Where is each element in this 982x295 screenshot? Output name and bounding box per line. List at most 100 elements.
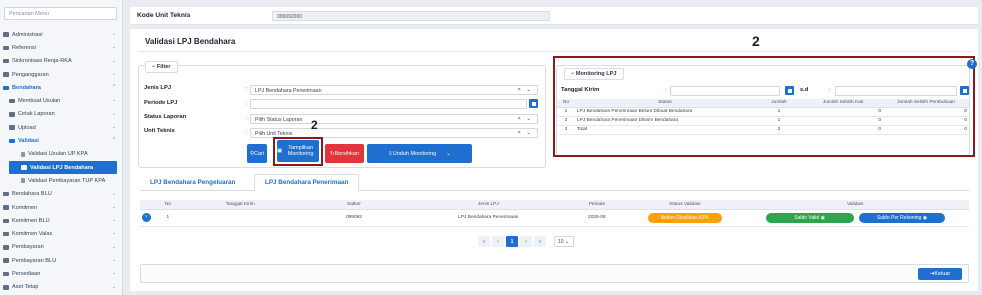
status-laporan-select[interactable]: Pilih Status Laporan × ⌄ [250, 114, 538, 124]
next-page-icon[interactable]: › [520, 236, 532, 247]
sidebar-item-pembayaran[interactable]: Pembayaran ⌄ [0, 241, 122, 254]
sidebar-item-bendahara[interactable]: Bendahara ⌃ [0, 81, 122, 94]
keluar-button[interactable]: ⇥ Keluar [918, 268, 962, 280]
page-size-select[interactable]: 10 ⌄ [554, 236, 574, 247]
sidebar-item-upload[interactable]: Upload ⌄ [0, 121, 122, 134]
lpj-tabs: LPJ Bendahara Pengeluaran LPJ Bendahara … [140, 174, 969, 191]
sidebar-item-komitmen-valas[interactable]: Komitmen Valas ⌄ [0, 227, 122, 240]
chevron-down-icon: ⌄ [111, 44, 116, 51]
folder-icon [3, 231, 9, 237]
sidebar-item-validasi-usulan-up[interactable]: Validasi Usulan UP KPA [0, 148, 122, 161]
sidebar-item-cetak-laporan[interactable]: Cetak Laporan ⌄ [0, 108, 122, 121]
sidebar-item-komitmen[interactable]: Komitmen ⌄ [0, 201, 122, 214]
filter-legend: − Filter [145, 61, 178, 73]
unit-header: Kode Unit Teknis 099092000 [130, 7, 978, 25]
sidebar-item-penganggaran[interactable]: Penganggaran ⌄ [0, 68, 122, 81]
folder-icon [3, 218, 9, 224]
jenis-lpj-select[interactable]: LPJ Bendahara Penerimaan × ⌄ [250, 85, 538, 95]
annotation-number: 2 [752, 33, 760, 49]
eye-icon: ◉ [820, 214, 825, 221]
chevron-down-icon: ⌄ [111, 70, 116, 77]
folder-icon [3, 72, 9, 77]
first-page-icon[interactable]: « [478, 236, 490, 247]
kode-unit-label: Kode Unit Teknis [137, 12, 191, 19]
chevron-down-icon: ⌄ [111, 270, 116, 277]
table-header-row: No Tanggal Kirim Satker Jenis LPJ Period… [140, 200, 969, 210]
clear-chevron-icon[interactable]: × ⌄ [518, 116, 533, 122]
menu-search-input[interactable]: Pencarian Menu [4, 7, 117, 20]
expand-icon[interactable]: › [141, 213, 151, 222]
unduh-monitoring-button[interactable]: ⇩ Unduh Monitoring ⌄ [367, 144, 472, 163]
status-badge: Belum Divalidasi KPA [647, 212, 722, 223]
saldo-per-rekening-button[interactable]: Saldo Per Rekening ◉ [858, 212, 945, 223]
sidebar-item-administrasi[interactable]: Administrasi ⌄ [0, 28, 122, 41]
sidebar-item-aset-tetap[interactable]: Aset Tetap ⌄ [0, 281, 122, 294]
sidebar-item-validasi-tup[interactable]: Validasi Pembayaran TUP KPA [0, 174, 122, 187]
folder-icon [9, 125, 15, 130]
folder-icon [9, 138, 15, 144]
clear-chevron-icon[interactable]: × ⌄ [518, 130, 533, 136]
last-page-icon[interactable]: » [534, 236, 546, 247]
page-title: Validasi LPJ Bendahara [145, 37, 236, 46]
chevron-down-icon: ⌄ [111, 217, 116, 224]
chevron-down-icon: ⌄ [111, 110, 116, 117]
folder-icon [3, 245, 9, 250]
sidebar-item-sinkronisasi[interactable]: Sinkronisasi Renja-RKA ⌄ [0, 55, 122, 68]
folder-icon [3, 32, 9, 37]
folder-icon [3, 285, 9, 290]
sidebar-item-membuat-usulan[interactable]: Membuat Usulan ⌄ [0, 94, 122, 107]
file-icon [21, 178, 25, 184]
sidebar-item-validasi-lpj[interactable]: Validasi LPJ Bendahara [9, 160, 117, 175]
sidebar-item-bendahara-blu[interactable]: Bendahara BLU ⌄ [0, 188, 122, 201]
tab-penerimaan[interactable]: LPJ Bendahara Penerimaan [254, 174, 360, 191]
sidebar-item-pembayaran-blu[interactable]: Pembayaran BLU ⌄ [0, 254, 122, 267]
sidebar: Pencarian Menu Administrasi ⌄ Referensi ⌄ … [0, 0, 123, 295]
bersihkan-button[interactable]: ↻ Bersihkan [325, 144, 364, 163]
page-number[interactable]: 1 [506, 236, 518, 247]
sidebar-item-referensi[interactable]: Referensi ⌄ [0, 41, 122, 54]
footer-bar [140, 264, 969, 283]
calendar-icon[interactable] [529, 99, 538, 108]
chevron-up-icon: ⌃ [111, 84, 116, 91]
chevron-down-icon: ⌄ [111, 243, 116, 250]
chevron-down-icon: ⌄ [111, 283, 116, 290]
pagination: « ‹ 1 › » 10 ⌄ [478, 236, 574, 247]
chevron-down-icon: ⌄ [446, 150, 451, 157]
chevron-down-icon: ⌄ [111, 97, 116, 104]
highlight-box [273, 137, 323, 166]
kode-unit-field: 099092000 [272, 10, 550, 21]
sidebar-item-persediaan[interactable]: Persediaan ⌄ [0, 267, 122, 280]
file-icon [21, 165, 27, 170]
folder-icon [3, 205, 9, 210]
lpj-table: No Tanggal Kirim Satker Jenis LPJ Period… [140, 200, 969, 227]
sidebar-item-validasi[interactable]: Validasi ⌃ [0, 134, 122, 147]
colon: : [246, 101, 248, 107]
folder-icon [3, 271, 9, 277]
main-content: Validasi LPJ Bendahara − Filter Jenis LP… [130, 29, 978, 291]
folder-icon [3, 85, 9, 91]
periode-lpj-input[interactable] [250, 99, 527, 109]
folder-icon [9, 98, 15, 104]
chevron-down-icon: ⌄ [111, 57, 116, 64]
chevron-down-icon: ⌄ [111, 31, 116, 37]
cari-button[interactable]: ⚲ Cari [247, 144, 267, 163]
help-icon[interactable]: ? [967, 59, 977, 69]
tab-pengeluaran[interactable]: LPJ Bendahara Pengeluaran [140, 174, 245, 191]
divider [138, 51, 972, 52]
eye-icon: ◉ [922, 214, 928, 221]
sidebar-item-komitmen-blu[interactable]: Komitmen BLU ⌄ [0, 214, 122, 227]
folder-icon [3, 45, 9, 51]
file-icon [21, 151, 25, 157]
prev-page-icon[interactable]: ‹ [492, 236, 504, 247]
colon: : [246, 86, 248, 92]
table-row: › 1 099092 LPJ Bendahara Penerimaan 2025… [140, 209, 969, 227]
clear-chevron-icon[interactable]: × ⌄ [518, 87, 533, 93]
chevron-down-icon: ⌄ [111, 190, 116, 197]
colon: : [246, 115, 248, 121]
saldo-valid-button[interactable]: Saldo Valid ◉ [765, 212, 854, 223]
folder-icon [3, 258, 9, 263]
folder-icon [9, 112, 15, 117]
chevron-down-icon: ⌄ [111, 230, 116, 237]
unit-teknis-label: Unit Teknis [144, 128, 175, 134]
highlight-box [553, 56, 975, 157]
